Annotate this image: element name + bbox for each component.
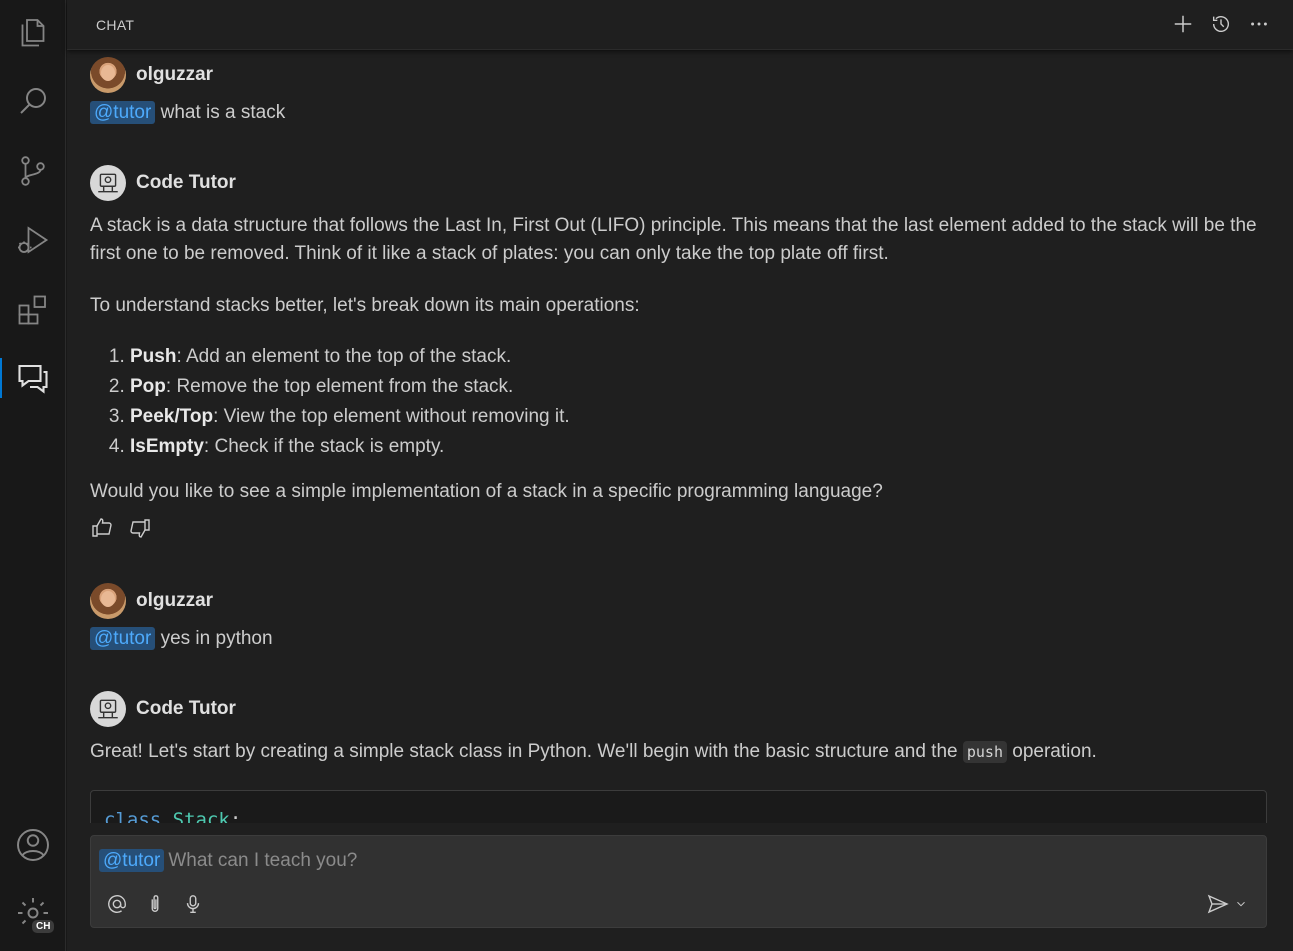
feedback-actions: [90, 516, 1268, 545]
accounts-icon[interactable]: [13, 825, 53, 865]
response-paragraph: Would you like to see a simple implement…: [90, 481, 883, 502]
response-text: Great! Let's start by creating a simple …: [90, 741, 963, 762]
code-line: class Stack:: [104, 809, 241, 823]
chat-panel: CHAT olguzzar @tutor what is a stack Cod…: [67, 0, 1293, 951]
list-term: Push: [130, 346, 177, 367]
operations-list: Push: Add an element to the top of the s…: [90, 342, 1268, 462]
message-list: olguzzar @tutor what is a stack Code Tut…: [90, 51, 1268, 823]
send-button[interactable]: [1206, 892, 1248, 916]
send-icon[interactable]: [1206, 892, 1230, 916]
list-desc: : Remove the top element from the stack.: [165, 376, 514, 397]
response-paragraph: Great! Let's start by creating a simple …: [90, 738, 1268, 766]
list-item: Peek/Top: View the top element without r…: [130, 402, 1268, 432]
inline-code: push: [962, 741, 1007, 763]
run-debug-icon[interactable]: [13, 220, 53, 260]
author-name: Code Tutor: [136, 172, 236, 193]
user-message: olguzzar @tutor what is a stack: [90, 57, 285, 127]
chevron-down-icon[interactable]: [1234, 897, 1248, 911]
list-desc: : View the top element without removing …: [213, 406, 570, 427]
message-text: @tutor what is a stack: [90, 99, 285, 127]
assistant-message: Code Tutor Great! Let's start by creatin…: [90, 691, 1268, 766]
thumbs-down-icon[interactable]: [128, 516, 152, 545]
explorer-icon[interactable]: [13, 12, 53, 52]
chat-icon[interactable]: [13, 358, 53, 398]
list-item: Pop: Remove the top element from the sta…: [130, 372, 1268, 402]
code-class-name: Stack: [172, 809, 230, 823]
list-desc: : Check if the stack is empty.: [203, 436, 445, 457]
code-block[interactable]: class Stack:: [90, 790, 1267, 823]
list-item: IsEmpty: Check if the stack is empty.: [130, 432, 1268, 462]
settings-badge: CH: [30, 918, 57, 935]
author-name: olguzzar: [136, 64, 214, 85]
list-desc: : Add an element to the top of the stack…: [176, 346, 512, 367]
input-placeholder: What can I teach you?: [168, 850, 358, 871]
new-chat-icon[interactable]: [1171, 12, 1195, 36]
mention-chip[interactable]: @tutor: [90, 101, 156, 124]
avatar: [90, 583, 126, 619]
author-name: Code Tutor: [136, 698, 236, 719]
list-term: Peek/Top: [130, 406, 214, 427]
search-icon[interactable]: [13, 81, 53, 121]
thumbs-up-icon[interactable]: [90, 516, 114, 545]
message-body: yes in python: [155, 628, 273, 649]
author-name: olguzzar: [136, 590, 214, 611]
list-term: Pop: [130, 376, 166, 397]
input-mention-chip[interactable]: @tutor: [99, 849, 165, 872]
attach-icon[interactable]: [143, 892, 167, 916]
history-icon[interactable]: [1209, 12, 1233, 36]
assistant-message: Code Tutor A stack is a data structure t…: [90, 165, 1268, 545]
at-icon[interactable]: [105, 892, 129, 916]
response-paragraph: To understand stacks better, let's break…: [90, 295, 640, 316]
list-term: IsEmpty: [130, 436, 204, 457]
chat-header: CHAT: [67, 0, 1293, 50]
mention-chip[interactable]: @tutor: [90, 627, 156, 650]
header-actions: [1171, 12, 1271, 36]
input-tools: [105, 892, 205, 916]
bot-avatar-icon: [90, 165, 126, 201]
mic-icon[interactable]: [181, 892, 205, 916]
bot-avatar-icon: [90, 691, 126, 727]
code-punct: :: [229, 809, 242, 823]
source-control-icon[interactable]: [13, 151, 53, 191]
response-paragraph: A stack is a data structure that follows…: [90, 215, 1257, 264]
activity-bar: CH: [0, 0, 66, 951]
active-indicator: [0, 358, 2, 398]
user-message: olguzzar @tutor yes in python: [90, 583, 273, 653]
chat-input[interactable]: @tutor What can I teach you?: [99, 849, 358, 872]
response-text: operation.: [1007, 741, 1097, 762]
more-actions-icon[interactable]: [1247, 12, 1271, 36]
message-text: @tutor yes in python: [90, 625, 273, 653]
avatar: [90, 57, 126, 93]
list-item: Push: Add an element to the top of the s…: [130, 342, 1268, 372]
code-keyword: class: [104, 809, 162, 823]
message-body: what is a stack: [155, 102, 286, 123]
chat-title: CHAT: [96, 17, 135, 33]
extensions-icon[interactable]: [13, 290, 53, 330]
chat-input-box[interactable]: @tutor What can I teach you?: [90, 835, 1267, 928]
